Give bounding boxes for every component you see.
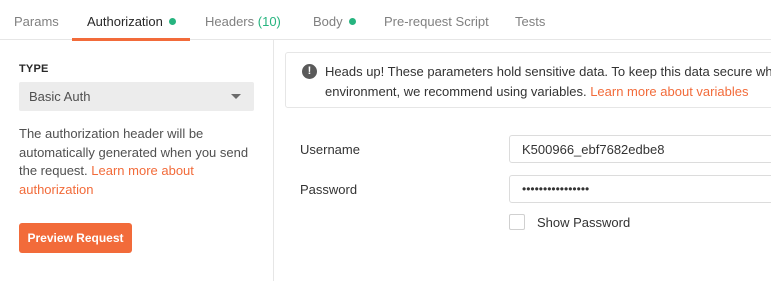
tab-body[interactable]: Body (313, 0, 356, 40)
show-password-checkbox[interactable] (509, 214, 525, 230)
status-dot-icon (168, 18, 176, 25)
tab-pre-request-script[interactable]: Pre-request Script (384, 0, 489, 40)
password-label: Password (300, 182, 358, 197)
auth-description: The authorization header will be automat… (19, 125, 259, 199)
tab-label: Body (313, 14, 343, 29)
auth-type-panel: TYPE Basic Auth The authorization header… (0, 40, 274, 281)
chevron-down-icon (231, 94, 241, 99)
status-dot-icon (348, 18, 356, 25)
auth-type-value: Basic Auth (29, 89, 91, 104)
username-field[interactable] (509, 135, 771, 163)
tab-label: Pre-request Script (384, 14, 489, 29)
tab-headers[interactable]: Headers (10) (205, 0, 281, 40)
exclamation-icon: ! (302, 64, 317, 79)
tab-label: Params (14, 14, 59, 29)
tab-label: Tests (515, 14, 546, 29)
show-password-label[interactable]: Show Password (537, 215, 630, 230)
username-label: Username (300, 142, 360, 157)
headers-count-badge: (10) (257, 14, 281, 29)
password-field[interactable] (509, 175, 771, 203)
learn-more-variables-link[interactable]: Learn more about variables (590, 84, 748, 99)
tab-tests[interactable]: Tests (515, 0, 545, 40)
alert-text-line1: Heads up! These parameters hold sensitiv… (325, 64, 771, 79)
request-tabs: Params Authorization Headers (10) Body P… (0, 0, 771, 41)
tab-authorization[interactable]: Authorization (72, 0, 190, 41)
alert-text: Heads up! These parameters hold sensitiv… (325, 62, 771, 102)
sensitive-data-alert: ! Heads up! These parameters hold sensit… (285, 52, 771, 108)
alert-text-line2: environment, we recommend using variable… (325, 82, 771, 102)
auth-type-select[interactable]: Basic Auth (19, 82, 254, 111)
tab-params[interactable]: Params (14, 0, 59, 40)
alert-text-line2-text: environment, we recommend using variable… (325, 84, 591, 99)
tab-label: Headers (205, 14, 255, 29)
type-label: TYPE (19, 63, 49, 75)
preview-request-button[interactable]: Preview Request (19, 223, 132, 253)
tab-label: Authorization (87, 14, 163, 29)
